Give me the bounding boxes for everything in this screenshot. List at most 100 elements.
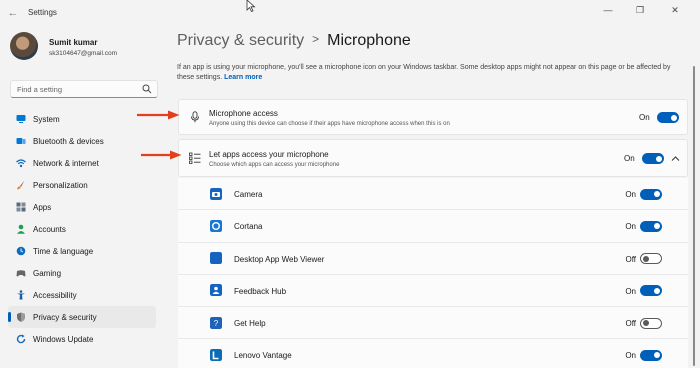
- list-item: Camera On: [178, 178, 688, 211]
- bluetooth-icon: [16, 138, 26, 144]
- list-icon: [189, 152, 201, 164]
- app-state: On: [625, 286, 636, 296]
- svg-text:?: ?: [214, 319, 219, 328]
- list-item: Cortana On: [178, 210, 688, 243]
- microphone-access-card: Microphone access Anyone using this devi…: [178, 99, 688, 135]
- monitor-icon: [16, 115, 26, 123]
- sidebar-item-apps[interactable]: Apps: [8, 196, 156, 218]
- app-name: Lenovo Vantage: [234, 351, 292, 361]
- page-description: If an app is using your microphone, you'…: [177, 63, 687, 83]
- sidebar-item-label: Gaming: [33, 268, 62, 278]
- sidebar-item-label: Time & language: [33, 246, 94, 256]
- breadcrumb-separator: >: [312, 32, 320, 46]
- wifi-icon: [16, 159, 26, 168]
- desktop-app-web-viewer-toggle[interactable]: [640, 253, 662, 265]
- sidebar-item-gaming[interactable]: Gaming: [8, 262, 156, 284]
- sidebar-item-label: Bluetooth & devices: [33, 136, 104, 146]
- sidebar-item-label: Accounts: [33, 224, 66, 234]
- search-icon[interactable]: [142, 84, 152, 94]
- list-item: Desktop App Web Viewer Off: [178, 242, 688, 275]
- list-item: Lenovo Vantage On: [178, 339, 688, 368]
- web-viewer-app-icon: [210, 252, 222, 265]
- app-state: Off: [625, 319, 636, 329]
- sidebar-item-label: Privacy & security: [33, 312, 97, 322]
- accessibility-icon: [17, 290, 25, 300]
- camera-toggle[interactable]: [640, 188, 662, 200]
- apps-access-toggle[interactable]: [642, 153, 664, 164]
- maximize-icon[interactable]: ❐: [632, 3, 648, 17]
- annotation-arrow-icon: [141, 150, 182, 160]
- search-input[interactable]: Find a setting: [10, 80, 158, 98]
- app-name: Camera: [234, 190, 263, 199]
- get-help-toggle[interactable]: [640, 317, 662, 329]
- back-arrow-icon[interactable]: ←: [6, 6, 20, 20]
- feedback-hub-app-icon: [210, 284, 222, 297]
- minimize-icon[interactable]: —: [600, 3, 616, 17]
- apps-access-card[interactable]: Let apps access your microphone Choose w…: [178, 139, 688, 177]
- window-title: Settings: [28, 8, 57, 17]
- microphone-access-toggle[interactable]: [657, 112, 679, 123]
- lenovo-vantage-app-icon: [210, 348, 222, 361]
- breadcrumb: Privacy & security > Microphone: [177, 32, 411, 50]
- globe-clock-icon: [16, 246, 26, 256]
- title-bar: ← Settings — ❐ ✕: [0, 0, 700, 28]
- microphone-icon: [191, 111, 199, 123]
- sidebar-item-label: Accessibility: [33, 290, 77, 300]
- list-item: ? Get Help Off: [178, 307, 688, 340]
- sidebar-item-privacy-security[interactable]: Privacy & security: [8, 306, 156, 328]
- microphone-access-title: Microphone access: [209, 109, 278, 118]
- sidebar-item-network-internet[interactable]: Network & internet: [8, 152, 156, 174]
- mouse-cursor-icon: [246, 0, 256, 12]
- update-icon: [16, 334, 26, 344]
- gamepad-icon: [16, 270, 26, 277]
- user-name: Sumit kumar: [49, 38, 98, 47]
- apps-access-title: Let apps access your microphone: [209, 150, 329, 159]
- microphone-access-state: On: [639, 113, 650, 122]
- sidebar-item-label: Apps: [33, 202, 52, 212]
- sidebar-item-label: Windows Update: [33, 334, 94, 344]
- breadcrumb-parent[interactable]: Privacy & security: [177, 32, 304, 49]
- list-item: Feedback Hub On: [178, 274, 688, 308]
- sidebar-item-bluetooth-devices[interactable]: Bluetooth & devices: [8, 130, 156, 152]
- sidebar-nav: System Bluetooth & devices Network & int…: [8, 108, 156, 350]
- close-icon[interactable]: ✕: [667, 3, 683, 17]
- get-help-app-icon: ?: [210, 316, 222, 329]
- sidebar-item-label: System: [33, 114, 60, 124]
- brush-icon: [17, 180, 25, 190]
- cortana-app-icon: [210, 219, 222, 232]
- apps-access-subtitle: Choose which apps can access your microp…: [209, 162, 340, 168]
- avatar: [10, 32, 38, 60]
- app-state: On: [625, 222, 636, 232]
- feedback-hub-toggle[interactable]: [640, 285, 662, 297]
- app-state: Off: [625, 254, 636, 264]
- app-state: On: [625, 190, 636, 199]
- app-list: Camera On Cortana On Desktop App Web Vie…: [178, 178, 688, 368]
- app-name: Cortana: [234, 222, 263, 232]
- user-email: sk3104647@gmail.com: [49, 50, 118, 57]
- apps-access-state: On: [624, 154, 635, 163]
- sidebar-item-accounts[interactable]: Accounts: [8, 218, 156, 240]
- learn-more-link[interactable]: Learn more: [224, 74, 262, 81]
- scrollbar[interactable]: [693, 66, 695, 366]
- sidebar-item-label: Network & internet: [33, 158, 99, 168]
- chevron-up-icon[interactable]: [671, 155, 680, 162]
- shield-icon: [17, 312, 25, 322]
- app-name: Get Help: [234, 319, 266, 329]
- lenovo-vantage-toggle[interactable]: [640, 349, 662, 361]
- sidebar-item-windows-update[interactable]: Windows Update: [8, 328, 156, 350]
- sidebar-item-personalization[interactable]: Personalization: [8, 174, 156, 196]
- sidebar-item-system[interactable]: System: [8, 108, 156, 130]
- annotation-arrow-icon: [137, 110, 180, 120]
- sidebar-item-time-language[interactable]: Time & language: [8, 240, 156, 262]
- page-title: Microphone: [327, 32, 411, 49]
- microphone-access-subtitle: Anyone using this device can choose if t…: [209, 121, 450, 127]
- sidebar-item-accessibility[interactable]: Accessibility: [8, 284, 156, 306]
- camera-app-icon: [210, 187, 222, 200]
- cortana-toggle[interactable]: [640, 220, 662, 232]
- person-icon: [17, 224, 25, 234]
- app-name: Feedback Hub: [234, 286, 287, 296]
- search-placeholder: Find a setting: [17, 85, 63, 94]
- app-name: Desktop App Web Viewer: [234, 254, 325, 264]
- app-state: On: [625, 351, 636, 361]
- apps-icon: [16, 202, 26, 212]
